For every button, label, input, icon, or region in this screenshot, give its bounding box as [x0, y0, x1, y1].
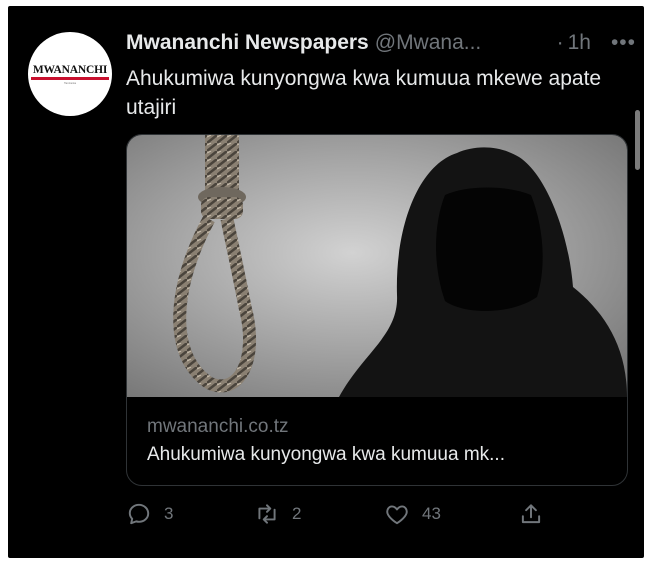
link-card[interactable]: mwananchi.co.tz Ahukumiwa kunyongwa kwa … — [126, 134, 628, 486]
avatar-logo-bar — [31, 76, 109, 80]
timestamp[interactable]: 1h — [568, 31, 591, 55]
more-icon[interactable]: ••• — [611, 31, 636, 55]
avatar-tagline: Tanzania — [63, 80, 76, 85]
tweet-container[interactable]: MWANANCHI Tanzania Mwananchi Newspapers … — [8, 6, 644, 558]
scrollbar[interactable] — [635, 110, 640, 170]
tweet-text: Ahukumiwa kunyongwa kwa kumuua mkewe apa… — [126, 67, 602, 119]
display-name[interactable]: Mwananchi Newspapers — [126, 31, 369, 55]
retweet-icon — [258, 504, 276, 524]
card-title: Ahukumiwa kunyongwa kwa kumuua mk... — [147, 444, 505, 465]
share-icon — [521, 504, 541, 524]
like-count: 43 — [422, 504, 441, 523]
like-button[interactable]: 43 — [384, 496, 441, 532]
reply-icon — [128, 503, 150, 525]
retweet-count: 2 — [292, 504, 302, 523]
user-handle[interactable]: @Mwana... — [375, 31, 482, 55]
share-button[interactable] — [518, 496, 556, 532]
reply-count: 3 — [164, 504, 174, 523]
card-image — [127, 135, 627, 397]
noose-and-hooded-figure-image — [173, 135, 627, 397]
avatar-logo-text: MWANANCHI — [32, 63, 108, 76]
reply-button[interactable]: 3 — [126, 496, 173, 532]
heart-icon — [386, 505, 408, 525]
card-meta: mwananchi.co.tz Ahukumiwa kunyongwa kwa … — [127, 398, 627, 484]
action-bar: 3 2 43 — [126, 496, 576, 532]
retweet-button[interactable]: 2 — [254, 496, 301, 532]
separator-dot: · — [556, 31, 564, 54]
avatar[interactable]: MWANANCHI Tanzania — [28, 32, 112, 116]
card-domain: mwananchi.co.tz — [147, 416, 289, 437]
tweet-header: Mwananchi Newspapers @Mwana... · 1h ••• — [126, 28, 636, 58]
